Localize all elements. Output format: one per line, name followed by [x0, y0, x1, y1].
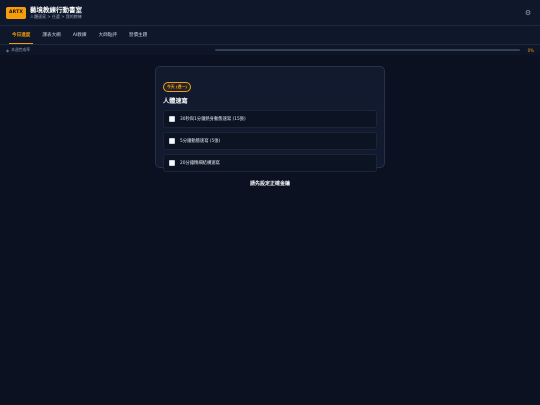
task-option-label: 30秒與1分鐘熱身動態速寫 (15張)	[180, 117, 246, 122]
tab-syllabus[interactable]: 課表大綱	[36, 26, 66, 44]
app-header: ARTX 藝境教練行動書室 人體速寫 > 任選 > 我的教練 ⚙	[0, 0, 540, 26]
app-logo: ARTX	[6, 6, 26, 19]
day-badge: 今天 (週一)	[163, 82, 191, 92]
checkbox[interactable]	[169, 160, 175, 166]
gear-icon[interactable]: ⚙	[522, 7, 534, 19]
breadcrumb: 人體速寫 > 任選 > 我的教練	[30, 13, 82, 19]
progress-percent: 0%	[527, 47, 534, 53]
task-option[interactable]: 5分鐘動態速寫 (5張)	[163, 132, 377, 150]
api-key-prompt: 請先設定正確金鑰	[249, 181, 290, 187]
progress-label: 本週完成率	[11, 47, 31, 52]
task-option-label: 5分鐘動態速寫 (5張)	[180, 139, 221, 144]
checkbox[interactable]	[169, 138, 175, 144]
tab-ai-coach[interactable]: AI教練	[67, 26, 93, 44]
weekly-progress: ◆ 本週完成率 0%	[0, 45, 540, 55]
checkbox[interactable]	[169, 116, 175, 122]
tab-today-progress[interactable]: 今日進度	[6, 26, 36, 44]
task-option[interactable]: 30秒與1分鐘熱身動態速寫 (15張)	[163, 110, 377, 128]
tab-bar: 今日進度 課表大綱 AI教練 大師點評 習慣主題	[0, 26, 540, 45]
app-title: 藝境教練行動書室	[30, 5, 82, 14]
task-option-label: 20分鐘精細結構速寫	[180, 161, 220, 166]
progress-bar	[215, 49, 520, 51]
progress-label-wrap: ◆ 本週完成率	[6, 47, 30, 53]
tab-master-review[interactable]: 大師點評	[92, 26, 122, 44]
task-option[interactable]: 20分鐘精細結構速寫	[163, 154, 377, 172]
task-card: 今天 (週一) 人體速寫 30秒與1分鐘熱身動態速寫 (15張) 5分鐘動態速寫…	[155, 66, 385, 172]
title-block: 藝境教練行動書室 人體速寫 > 任選 > 我的教練	[30, 5, 82, 19]
tab-habit-theme[interactable]: 習慣主題	[123, 26, 153, 44]
task-title: 人體速寫	[163, 98, 188, 105]
bullet-icon: ◆	[6, 47, 10, 53]
